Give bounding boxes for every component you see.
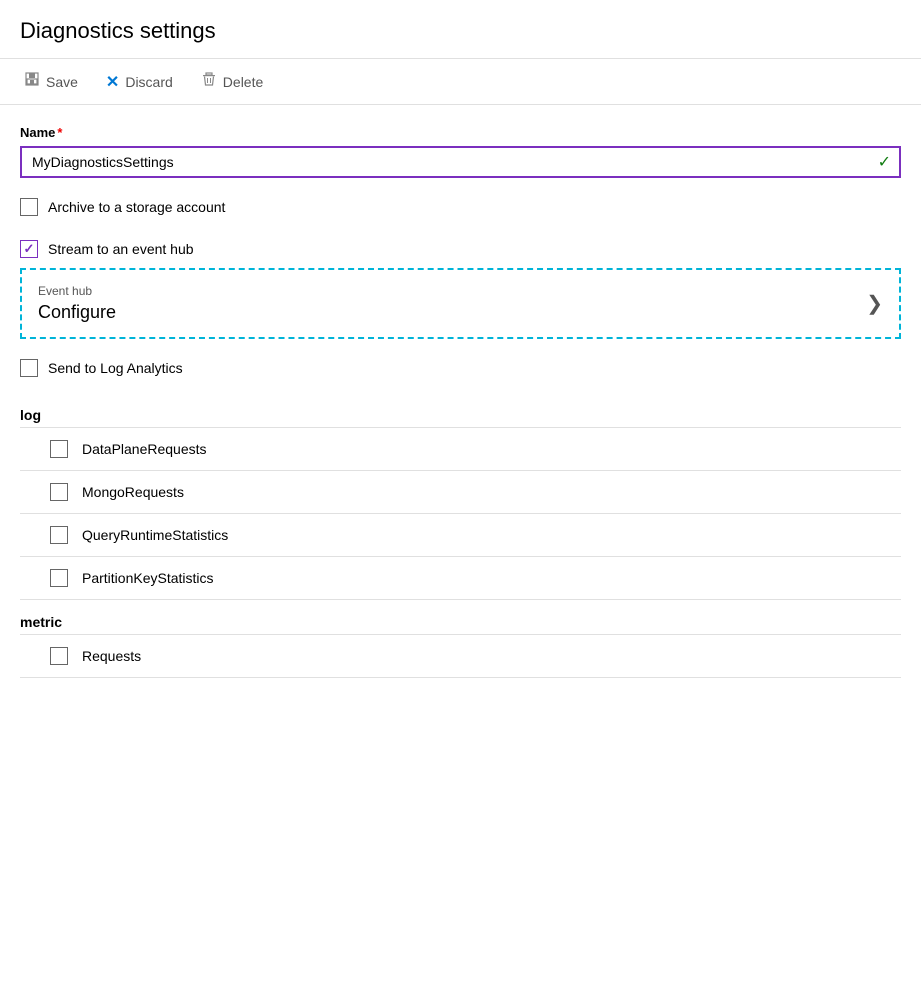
save-button[interactable]: Save <box>20 69 82 94</box>
delete-button[interactable]: Delete <box>197 69 267 94</box>
metric-section-header: metric <box>20 600 901 634</box>
name-input[interactable] <box>20 146 901 178</box>
send-log-label[interactable]: Send to Log Analytics <box>48 360 183 376</box>
metric-item: Requests <box>20 634 901 678</box>
name-input-wrapper: ✓ <box>20 146 901 178</box>
toolbar: Save ✕ Discard Delete <box>0 59 921 105</box>
stream-label[interactable]: Stream to an event hub <box>48 241 194 257</box>
log-item-label-0: DataPlaneRequests <box>82 441 207 457</box>
stream-checkbox-row: Stream to an event hub <box>20 240 901 258</box>
log-item: QueryRuntimeStatistics <box>20 514 901 557</box>
form-content: Name* ✓ Archive to a storage account Str… <box>0 105 921 698</box>
discard-label: Discard <box>125 74 172 90</box>
delete-icon <box>201 71 217 92</box>
archive-checkbox-row: Archive to a storage account <box>20 198 901 216</box>
log-section-header: log <box>20 393 901 427</box>
log-items-list: DataPlaneRequests MongoRequests QueryRun… <box>20 427 901 600</box>
log-item-checkbox-0[interactable] <box>50 440 68 458</box>
required-indicator: * <box>57 125 62 140</box>
log-item-checkbox-2[interactable] <box>50 526 68 544</box>
metric-items-list: Requests <box>20 634 901 678</box>
event-hub-card-value: Configure <box>38 302 116 323</box>
event-hub-card-title: Event hub <box>38 284 116 298</box>
discard-icon: ✕ <box>106 72 119 92</box>
event-hub-chevron-icon: ❯ <box>866 291 883 316</box>
log-item: DataPlaneRequests <box>20 427 901 471</box>
page-title: Diagnostics settings <box>0 0 921 59</box>
event-hub-card-content: Event hub Configure <box>38 284 116 323</box>
log-item-checkbox-1[interactable] <box>50 483 68 501</box>
name-label: Name* <box>20 125 901 140</box>
save-icon <box>24 71 40 92</box>
metric-item-label-0: Requests <box>82 648 141 664</box>
log-item-label-1: MongoRequests <box>82 484 184 500</box>
stream-checkbox[interactable] <box>20 240 38 258</box>
save-label: Save <box>46 74 78 90</box>
event-hub-card[interactable]: Event hub Configure ❯ <box>20 268 901 339</box>
archive-checkbox[interactable] <box>20 198 38 216</box>
log-item: PartitionKeyStatistics <box>20 557 901 600</box>
send-log-row: Send to Log Analytics <box>20 359 901 377</box>
delete-label: Delete <box>223 74 263 90</box>
send-log-checkbox[interactable] <box>20 359 38 377</box>
log-item-label-2: QueryRuntimeStatistics <box>82 527 228 543</box>
discard-button[interactable]: ✕ Discard <box>102 70 177 94</box>
log-item: MongoRequests <box>20 471 901 514</box>
log-item-checkbox-3[interactable] <box>50 569 68 587</box>
archive-label[interactable]: Archive to a storage account <box>48 199 225 215</box>
page-container: Diagnostics settings Save ✕ Discard <box>0 0 921 999</box>
log-item-label-3: PartitionKeyStatistics <box>82 570 214 586</box>
input-valid-icon: ✓ <box>878 152 891 172</box>
metric-item-checkbox-0[interactable] <box>50 647 68 665</box>
